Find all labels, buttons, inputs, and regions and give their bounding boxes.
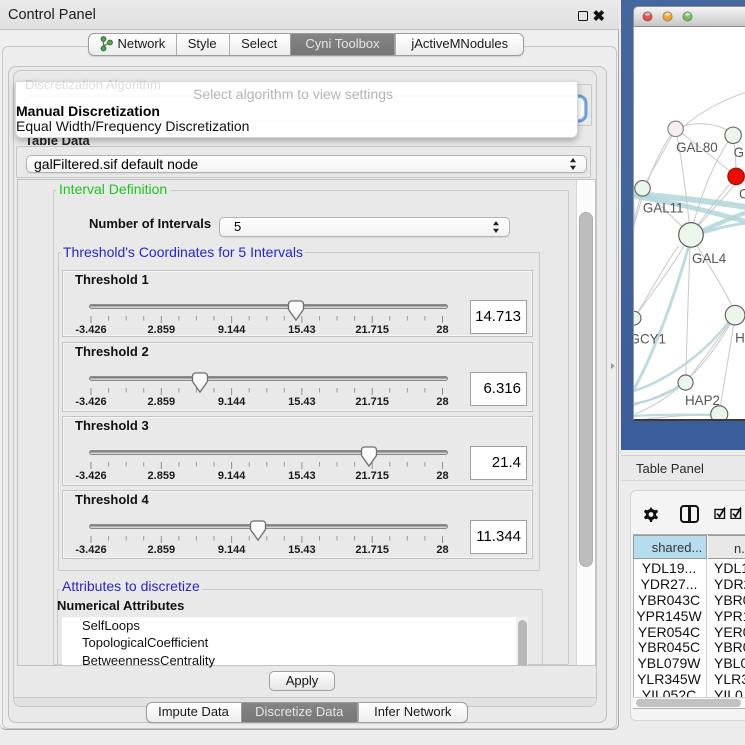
svg-text:G.: G. <box>734 145 745 160</box>
svg-text:C: C <box>739 187 745 202</box>
svg-text:GAL11: GAL11 <box>643 201 684 216</box>
svg-text:GAL4: GAL4 <box>692 251 727 266</box>
svg-text:GAL80: GAL80 <box>676 140 718 155</box>
svg-text:HAP2: HAP2 <box>685 393 720 408</box>
svg-text:H: H <box>735 330 745 345</box>
svg-text:GCY1: GCY1 <box>633 331 666 346</box>
